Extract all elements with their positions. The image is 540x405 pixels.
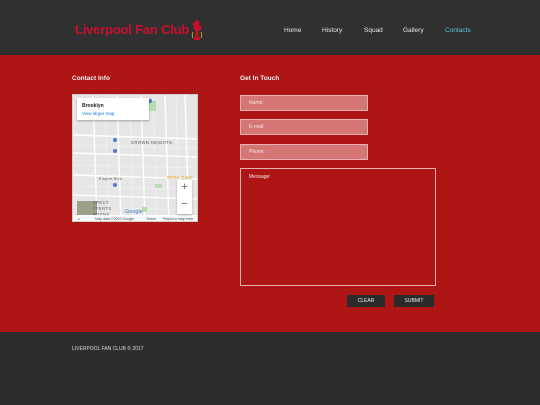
footer: LIVERPOOL FAN CLUB © 2017 [0, 332, 540, 405]
map-terms-link[interactable]: Terms [146, 217, 156, 221]
nav-home[interactable]: Home [284, 27, 301, 34]
map-zoom-control: + − [177, 180, 192, 214]
zoom-in-button[interactable]: + [177, 180, 192, 195]
map-label-spect: SPECT [93, 200, 109, 205]
nav-gallery[interactable]: Gallery [403, 27, 424, 34]
message-textarea[interactable]: Message: [240, 168, 436, 286]
clear-button[interactable]: CLEAR [347, 295, 385, 307]
liverbird-crest-icon [191, 20, 203, 40]
main-content: Contact Info Brooklyn View larger map CR… [0, 55, 540, 332]
phone-field[interactable]: Phone: [240, 144, 368, 160]
message-placeholder: Message: [249, 174, 271, 180]
nav-squad[interactable]: Squad [364, 27, 383, 34]
map-label-empire-blvd: Empire Blvd [99, 177, 123, 181]
nav-history[interactable]: History [322, 27, 342, 34]
copyright-text: LIVERPOOL FAN CLUB © 2017 [72, 346, 144, 352]
header: Liverpool Fan Club Home History Squad Ga… [0, 0, 540, 55]
map-label-fferts: FFERTS [93, 206, 112, 211]
get-in-touch-title: Get In Touch [240, 75, 280, 82]
report-map-error-link[interactable]: Report a map error [163, 217, 193, 221]
map-data-text: Map data ©2023 Google [95, 216, 135, 221]
contact-info-title: Contact Info [72, 75, 110, 82]
map-label-crown-heights: CROWN HEIGHTS [131, 140, 173, 145]
nav-contacts[interactable]: Contacts [445, 27, 471, 34]
site-logo-text[interactable]: Liverpool Fan Club [75, 22, 189, 37]
map-place-card: Brooklyn View larger map [77, 98, 149, 120]
submit-button[interactable]: SUBMIT [394, 295, 434, 307]
map-footer: ▭ Map data ©2023 Google Terms Report a m… [73, 215, 197, 221]
view-larger-map-link[interactable]: View larger map [82, 111, 114, 116]
zoom-out-button[interactable]: − [177, 197, 192, 212]
keyboard-shortcuts-icon[interactable]: ▭ [77, 217, 80, 221]
map-place-name: Brooklyn [82, 103, 104, 109]
email-field[interactable]: E-mail: [240, 119, 368, 135]
name-field[interactable]: Name: [240, 95, 368, 111]
